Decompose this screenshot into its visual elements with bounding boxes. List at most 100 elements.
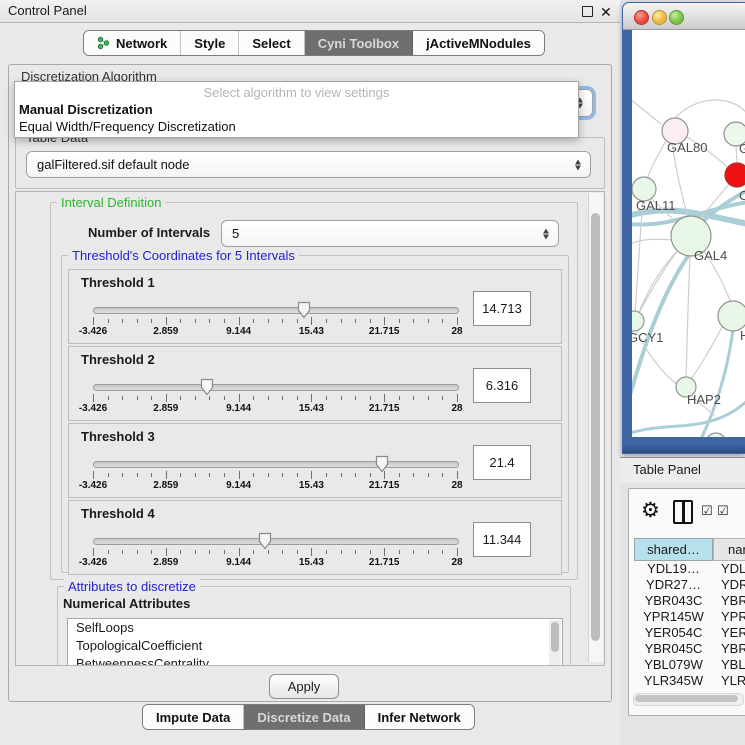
tab-impute-data[interactable]: Impute Data [143,705,244,729]
threshold-value-field[interactable]: 6.316 [473,368,531,403]
thresholds-list: Threshold 1 -3.4262.8599.14415.4321.7152… [68,269,562,575]
table-row[interactable]: YIL052CYIL0 [634,689,745,691]
table-row[interactable]: YLR345WYLR3 [634,673,745,689]
cell-shared-name[interactable]: YIL052C [634,689,713,691]
network-edge[interactable] [675,100,745,118]
close-panel-icon[interactable]: ✕ [600,1,612,23]
dropdown-option[interactable]: Manual Discretization [15,101,578,118]
vertical-scrollbar[interactable] [588,193,603,662]
minimize-window-icon[interactable] [652,10,667,25]
column-header-name[interactable]: name [713,538,745,561]
cell-name[interactable]: YBR0 [713,593,745,609]
attribute-item[interactable]: TopologicalCoefficient [68,637,562,655]
attribute-item[interactable]: BetweennessCentrality [68,655,562,666]
column-layout-icon[interactable] [673,500,693,524]
table-row[interactable]: YBR043CYBR0 [634,593,745,609]
cell-name[interactable]: YBL0 [713,657,745,673]
scrollbar-thumb[interactable] [591,213,600,641]
float-panel-icon[interactable] [582,6,593,17]
scrollbar-thumb[interactable] [551,622,559,652]
network-edge[interactable] [691,327,722,379]
network-node[interactable] [725,163,745,187]
network-node[interactable] [632,311,644,331]
tick-mark [341,550,342,554]
table-row[interactable]: YPR145WYPR1 [634,609,745,625]
cell-name[interactable]: YBR0 [713,641,745,657]
tick-mark [166,471,167,479]
threshold-slider[interactable] [93,384,459,391]
table-row[interactable]: YDL19…YDL1 [634,561,745,577]
threshold-value-field[interactable]: 21.4 [473,445,531,480]
tick-mark [297,550,298,554]
tick-label: 28 [451,403,462,414]
horizontal-scrollbar[interactable] [633,693,744,706]
threshold-title: Threshold 2 [81,352,155,367]
scrollbar-thumb[interactable] [635,695,738,702]
close-window-icon[interactable] [634,10,649,25]
tab-select[interactable]: Select [239,31,304,55]
network-edge[interactable] [635,201,643,312]
cell-name[interactable]: YPR1 [713,609,745,625]
network-edge[interactable] [686,257,690,377]
select-checkbox-icon[interactable]: ☑ [717,503,729,519]
settings-gear-icon[interactable]: ⚙ [641,499,660,523]
tab-jactivemnodules[interactable]: jActiveMNodules [413,31,544,55]
cell-name[interactable]: YER0 [713,625,745,641]
threshold-slider[interactable] [93,307,459,314]
tick-mark [384,548,385,556]
tick-mark [442,473,443,477]
network-edge[interactable] [632,239,672,246]
tab-network[interactable]: Network [84,31,181,55]
tick-mark [166,548,167,556]
tick-mark [370,550,371,554]
attribute-item[interactable]: SelfLoops [68,619,562,637]
tab-infer-network[interactable]: Infer Network [365,705,474,729]
number-of-intervals-combobox[interactable]: 5 [221,220,559,247]
threshold-slider[interactable] [93,461,459,468]
network-edge[interactable] [632,96,661,124]
cell-shared-name[interactable]: YBR043C [634,593,713,609]
zoom-window-icon[interactable] [669,10,684,25]
right-side: GAL80GACGAL11GAL4GCY1HHAP2 Table Panel ⚙… [620,0,745,745]
network-node[interactable] [718,301,745,331]
tick-mark [195,550,196,554]
cell-name[interactable]: YLR3 [713,673,745,689]
threshold-slider[interactable] [93,538,459,545]
tick-mark [137,473,138,477]
dropdown-option[interactable]: Equal Width/Frequency Discretization [15,118,578,135]
table-row[interactable]: YER054CYER0 [634,625,745,641]
table-row[interactable]: YDR27…YDR2 [634,577,745,593]
tab-style[interactable]: Style [181,31,239,55]
tab-cyni-toolbox[interactable]: Cyni Toolbox [305,31,413,55]
cell-name[interactable]: YIL0 [713,689,745,691]
cell-shared-name[interactable]: YBR045C [634,641,713,657]
threshold-value-field[interactable]: 11.344 [473,522,531,557]
cell-shared-name[interactable]: YBL079W [634,657,713,673]
list-scrollbar[interactable] [549,620,561,666]
cell-shared-name[interactable]: YPR145W [634,609,713,625]
cell-shared-name[interactable]: YER054C [634,625,713,641]
network-canvas[interactable]: GAL80GACGAL11GAL4GCY1HHAP2 [632,30,745,437]
cell-shared-name[interactable]: YDR27… [634,577,713,593]
column-header-shared-name[interactable]: shared… [634,538,713,561]
apply-button[interactable]: Apply [269,674,339,699]
cell-name[interactable]: YDR2 [713,577,745,593]
tick-mark [253,550,254,554]
network-edge[interactable] [736,146,737,163]
table-row[interactable]: YBR045CYBR0 [634,641,745,657]
app-root: Control Panel ✕ NetworkStyleSelectCyni T… [0,0,745,745]
tick-mark [442,396,443,400]
tick-mark [428,473,429,477]
table-data-combobox[interactable]: galFiltered.sif default node [26,151,591,178]
network-node[interactable] [706,433,726,437]
tab-discretize-data[interactable]: Discretize Data [244,705,364,729]
network-edge[interactable] [646,141,666,182]
threshold-value-field[interactable]: 14.713 [473,291,531,326]
cell-shared-name[interactable]: YDL19… [634,561,713,577]
table-row[interactable]: YBL079WYBL0 [634,657,745,673]
select-checkbox-icon[interactable]: ☑ [701,503,713,519]
cell-shared-name[interactable]: YLR345W [634,673,713,689]
cell-name[interactable]: YDL1 [713,561,745,577]
threshold-panel: Threshold 2 -3.4262.8599.14415.4321.7152… [68,346,562,421]
tick-label: 28 [451,326,462,337]
